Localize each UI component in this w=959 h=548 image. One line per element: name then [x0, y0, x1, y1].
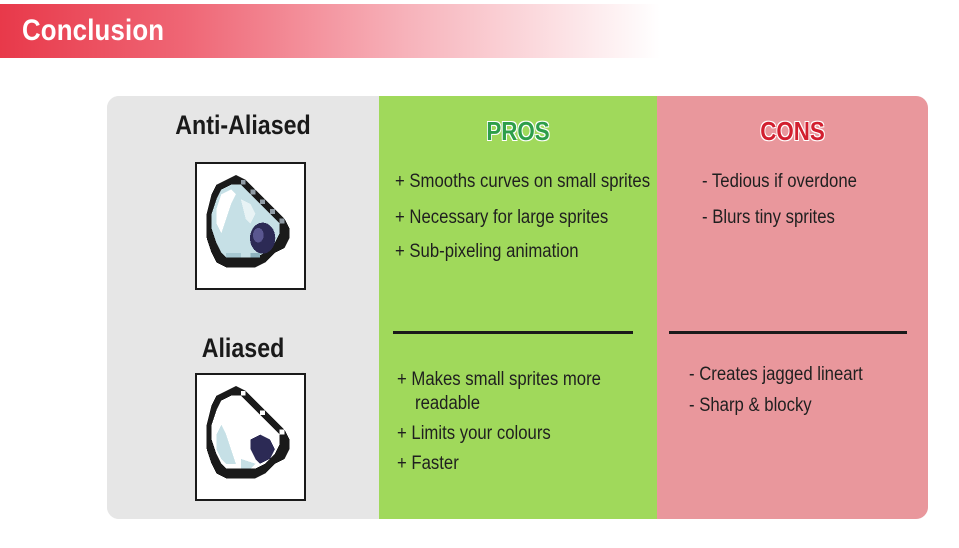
- pros-item: + Makes small sprites more: [397, 369, 601, 390]
- comparison-panel: Anti-Aliased Aliased PROS + Smooths curv…: [107, 96, 928, 519]
- aliased-sprite-icon: [206, 385, 290, 479]
- pros-item: + Limits your colours: [397, 423, 551, 444]
- pros-item: + Sub-pixeling animation: [395, 241, 579, 262]
- anti-aliased-sprite-icon: [206, 174, 290, 268]
- anti-aliased-sprite-image: [195, 162, 306, 290]
- aliased-label: Aliased: [201, 333, 285, 363]
- cons-heading: CONS: [760, 116, 825, 146]
- page-title: Conclusion: [22, 14, 165, 47]
- pros-item: + Necessary for large sprites: [395, 207, 609, 228]
- cons-divider: [669, 331, 907, 334]
- header-banner: Conclusion: [0, 4, 660, 58]
- cons-item: - Sharp & blocky: [689, 395, 812, 416]
- cons-item: - Tedious if overdone: [702, 171, 857, 192]
- cons-item: - Creates jagged lineart: [689, 364, 863, 385]
- sprite-column: Anti-Aliased Aliased: [107, 96, 379, 519]
- pros-item: + Smooths curves on small sprites: [395, 171, 651, 192]
- pros-item-continuation: readable: [415, 393, 481, 414]
- pros-heading: PROS: [486, 116, 550, 146]
- pros-column: PROS + Smooths curves on small sprites +…: [379, 96, 657, 519]
- pros-divider: [393, 331, 633, 334]
- anti-aliased-label: Anti-Aliased: [175, 110, 311, 140]
- cons-column: CONS - Tedious if overdone - Blurs tiny …: [657, 96, 928, 519]
- pros-item: + Faster: [397, 453, 459, 474]
- aliased-sprite-image: [195, 373, 306, 501]
- cons-item: - Blurs tiny sprites: [702, 207, 835, 228]
